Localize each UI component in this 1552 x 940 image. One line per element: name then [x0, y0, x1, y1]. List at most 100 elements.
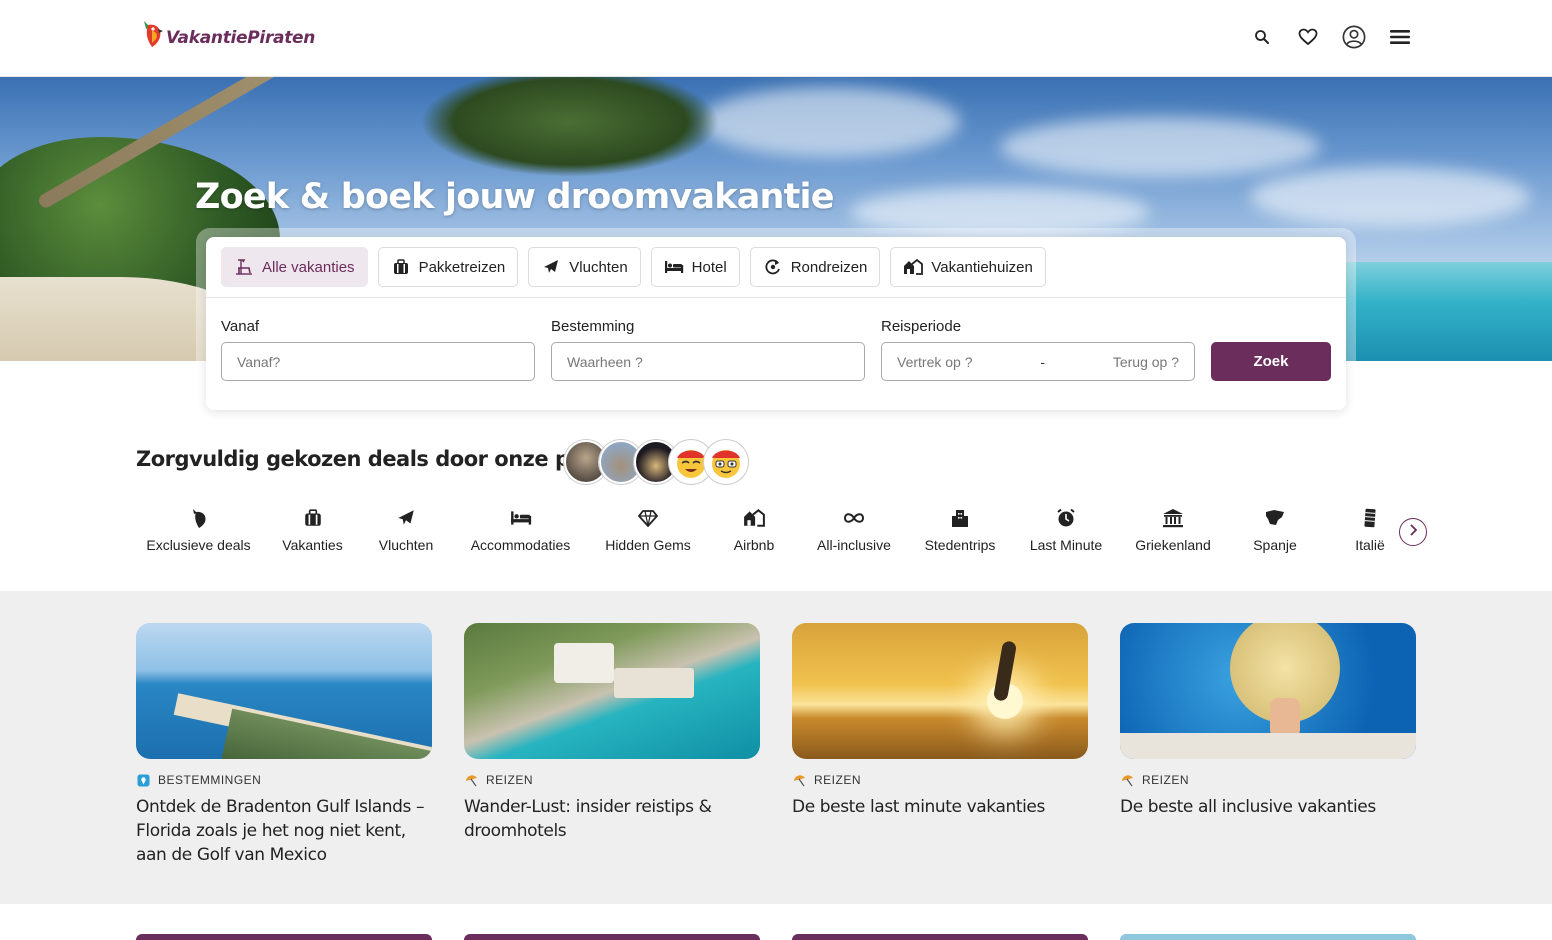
greek-temple-icon [1161, 506, 1185, 530]
next-card-edge [136, 934, 432, 940]
pisa-tower-icon [1358, 506, 1382, 530]
article-image [464, 623, 760, 759]
category-vakanties[interactable]: Vakanties [276, 506, 349, 553]
from-label: Vanaf [221, 318, 260, 335]
houses-icon [903, 257, 924, 277]
date-range-field[interactable]: Vertrek op ? - Terug op ? [881, 342, 1195, 381]
category-label: Vakanties [282, 537, 343, 553]
category-hidden-gems[interactable]: Hidden Gems [601, 506, 695, 553]
tab-label: Hotel [691, 258, 727, 276]
tab-label: Vakantiehuizen [931, 258, 1033, 276]
article-card[interactable]: BESTEMMINGEN Ontdek de Bradenton Gulf Is… [136, 623, 432, 867]
site-header: VakantiePiraten [0, 0, 1552, 77]
diamond-icon [636, 506, 660, 530]
bed-icon [664, 257, 684, 277]
divider [206, 297, 1346, 298]
logo[interactable]: VakantiePiraten [140, 16, 315, 52]
tab-label: Pakketreizen [418, 258, 506, 276]
article-title[interactable]: Ontdek de Bradenton Gulf Islands – Flori… [136, 795, 432, 867]
tab-vakantiehuizen[interactable]: Vakantiehuizen [890, 247, 1046, 287]
tab-label: Alle vakanties [262, 258, 355, 276]
category-stedentrips[interactable]: Stedentrips [921, 506, 999, 553]
suitcase-icon [301, 506, 325, 530]
tab-rondreizen[interactable]: Rondreizen [749, 247, 881, 287]
article-title[interactable]: De beste last minute vakanties [792, 795, 1088, 819]
infinity-icon [842, 506, 866, 530]
tab-label: Vluchten [569, 258, 628, 276]
next-card-edge [792, 934, 1088, 940]
category-label: Accommodaties [470, 537, 571, 553]
search-button[interactable]: Zoek [1211, 342, 1331, 381]
article-category: REIZEN [486, 773, 534, 787]
destination-label: Bestemming [551, 318, 635, 335]
categories-next-button[interactable] [1399, 518, 1427, 546]
logo-text: VakantiePiraten [166, 28, 316, 48]
avatar [704, 440, 748, 484]
user-circle-icon[interactable] [1342, 24, 1366, 50]
tab-pakketreizen[interactable]: Pakketreizen [377, 247, 519, 287]
return-date-input[interactable]: Terug op ? [1113, 354, 1179, 370]
article-category: REIZEN [814, 773, 862, 787]
hero-title: Zoek & boek jouw droomvakantie [195, 177, 835, 217]
search-icon[interactable] [1250, 24, 1274, 50]
tab-label: Rondreizen [790, 258, 868, 276]
map-pin-icon [136, 773, 150, 787]
category-airbnb[interactable]: Airbnb [730, 506, 778, 553]
parasol-icon [464, 773, 478, 787]
category-label: Vluchten [378, 537, 434, 553]
article-image [792, 623, 1088, 759]
bed-icon [509, 506, 533, 530]
search-tabs: Alle vakanties Pakketreizen Vluchten Hot… [221, 247, 1046, 287]
buildings-icon [948, 506, 972, 530]
tab-vluchten[interactable]: Vluchten [528, 247, 641, 287]
parrot-logo-icon [140, 17, 164, 51]
category-label: Hidden Gems [605, 537, 691, 553]
category-label: All-inclusive [817, 537, 891, 553]
period-label: Reisperiode [881, 318, 962, 335]
category-label: Exclusieve deals [146, 537, 251, 553]
tab-hotel[interactable]: Hotel [650, 247, 740, 287]
article-card[interactable]: REIZEN De beste all inclusive vakanties [1120, 623, 1416, 819]
destination-input[interactable] [567, 353, 849, 370]
from-field[interactable] [221, 342, 535, 381]
parasol-icon [792, 773, 806, 787]
menu-icon[interactable] [1388, 24, 1412, 50]
destination-field[interactable] [551, 342, 865, 381]
date-separator: - [1040, 353, 1045, 370]
category-spanje[interactable]: Spanje [1250, 506, 1300, 553]
category-vluchten[interactable]: Vluchten [376, 506, 436, 553]
category-italie[interactable]: Italië [1350, 506, 1390, 553]
category-last-minute[interactable]: Last Minute [1026, 506, 1106, 553]
category-accommodaties[interactable]: Accommodaties [468, 506, 573, 553]
article-card[interactable]: REIZEN De beste last minute vakanties [792, 623, 1088, 819]
category-label: Stedentrips [924, 537, 996, 553]
chevron-right-icon [1408, 523, 1418, 541]
pirate-avatars [564, 440, 748, 484]
tab-alle-vakanties[interactable]: Alle vakanties [221, 247, 368, 287]
parasol-icon [1120, 773, 1134, 787]
plane-icon [541, 257, 561, 277]
parrot-icon [187, 506, 211, 530]
category-label: Italië [1355, 537, 1385, 553]
category-griekenland[interactable]: Griekenland [1132, 506, 1214, 553]
article-title[interactable]: De beste all inclusive vakanties [1120, 795, 1416, 819]
article-title[interactable]: Wander-Lust: insider reistips & droomhot… [464, 795, 760, 843]
category-label: Airbnb [733, 537, 775, 553]
next-card-edge [1120, 934, 1416, 940]
from-input[interactable] [237, 353, 519, 370]
category-all-inclusive[interactable]: All-inclusive [814, 506, 894, 553]
category-exclusieve-deals[interactable]: Exclusieve deals [146, 506, 251, 553]
deals-title: Zorgvuldig gekozen deals door onze pirat… [136, 447, 638, 471]
category-label: Last Minute [1029, 537, 1103, 553]
next-card-edge [464, 934, 760, 940]
suitcase-icon [391, 257, 411, 277]
heart-icon[interactable] [1296, 24, 1320, 50]
article-card[interactable]: REIZEN Wander-Lust: insider reistips & d… [464, 623, 760, 843]
category-label: Griekenland [1135, 537, 1211, 553]
depart-date-input[interactable]: Vertrek op ? [897, 354, 973, 370]
deal-categories: Exclusieve deals Vakanties Vluchten Acco… [136, 506, 1398, 566]
category-label: Spanje [1253, 537, 1297, 553]
round-trip-icon [763, 257, 783, 277]
articles-section: BESTEMMINGEN Ontdek de Bradenton Gulf Is… [0, 591, 1552, 904]
alarm-clock-icon [1054, 506, 1078, 530]
